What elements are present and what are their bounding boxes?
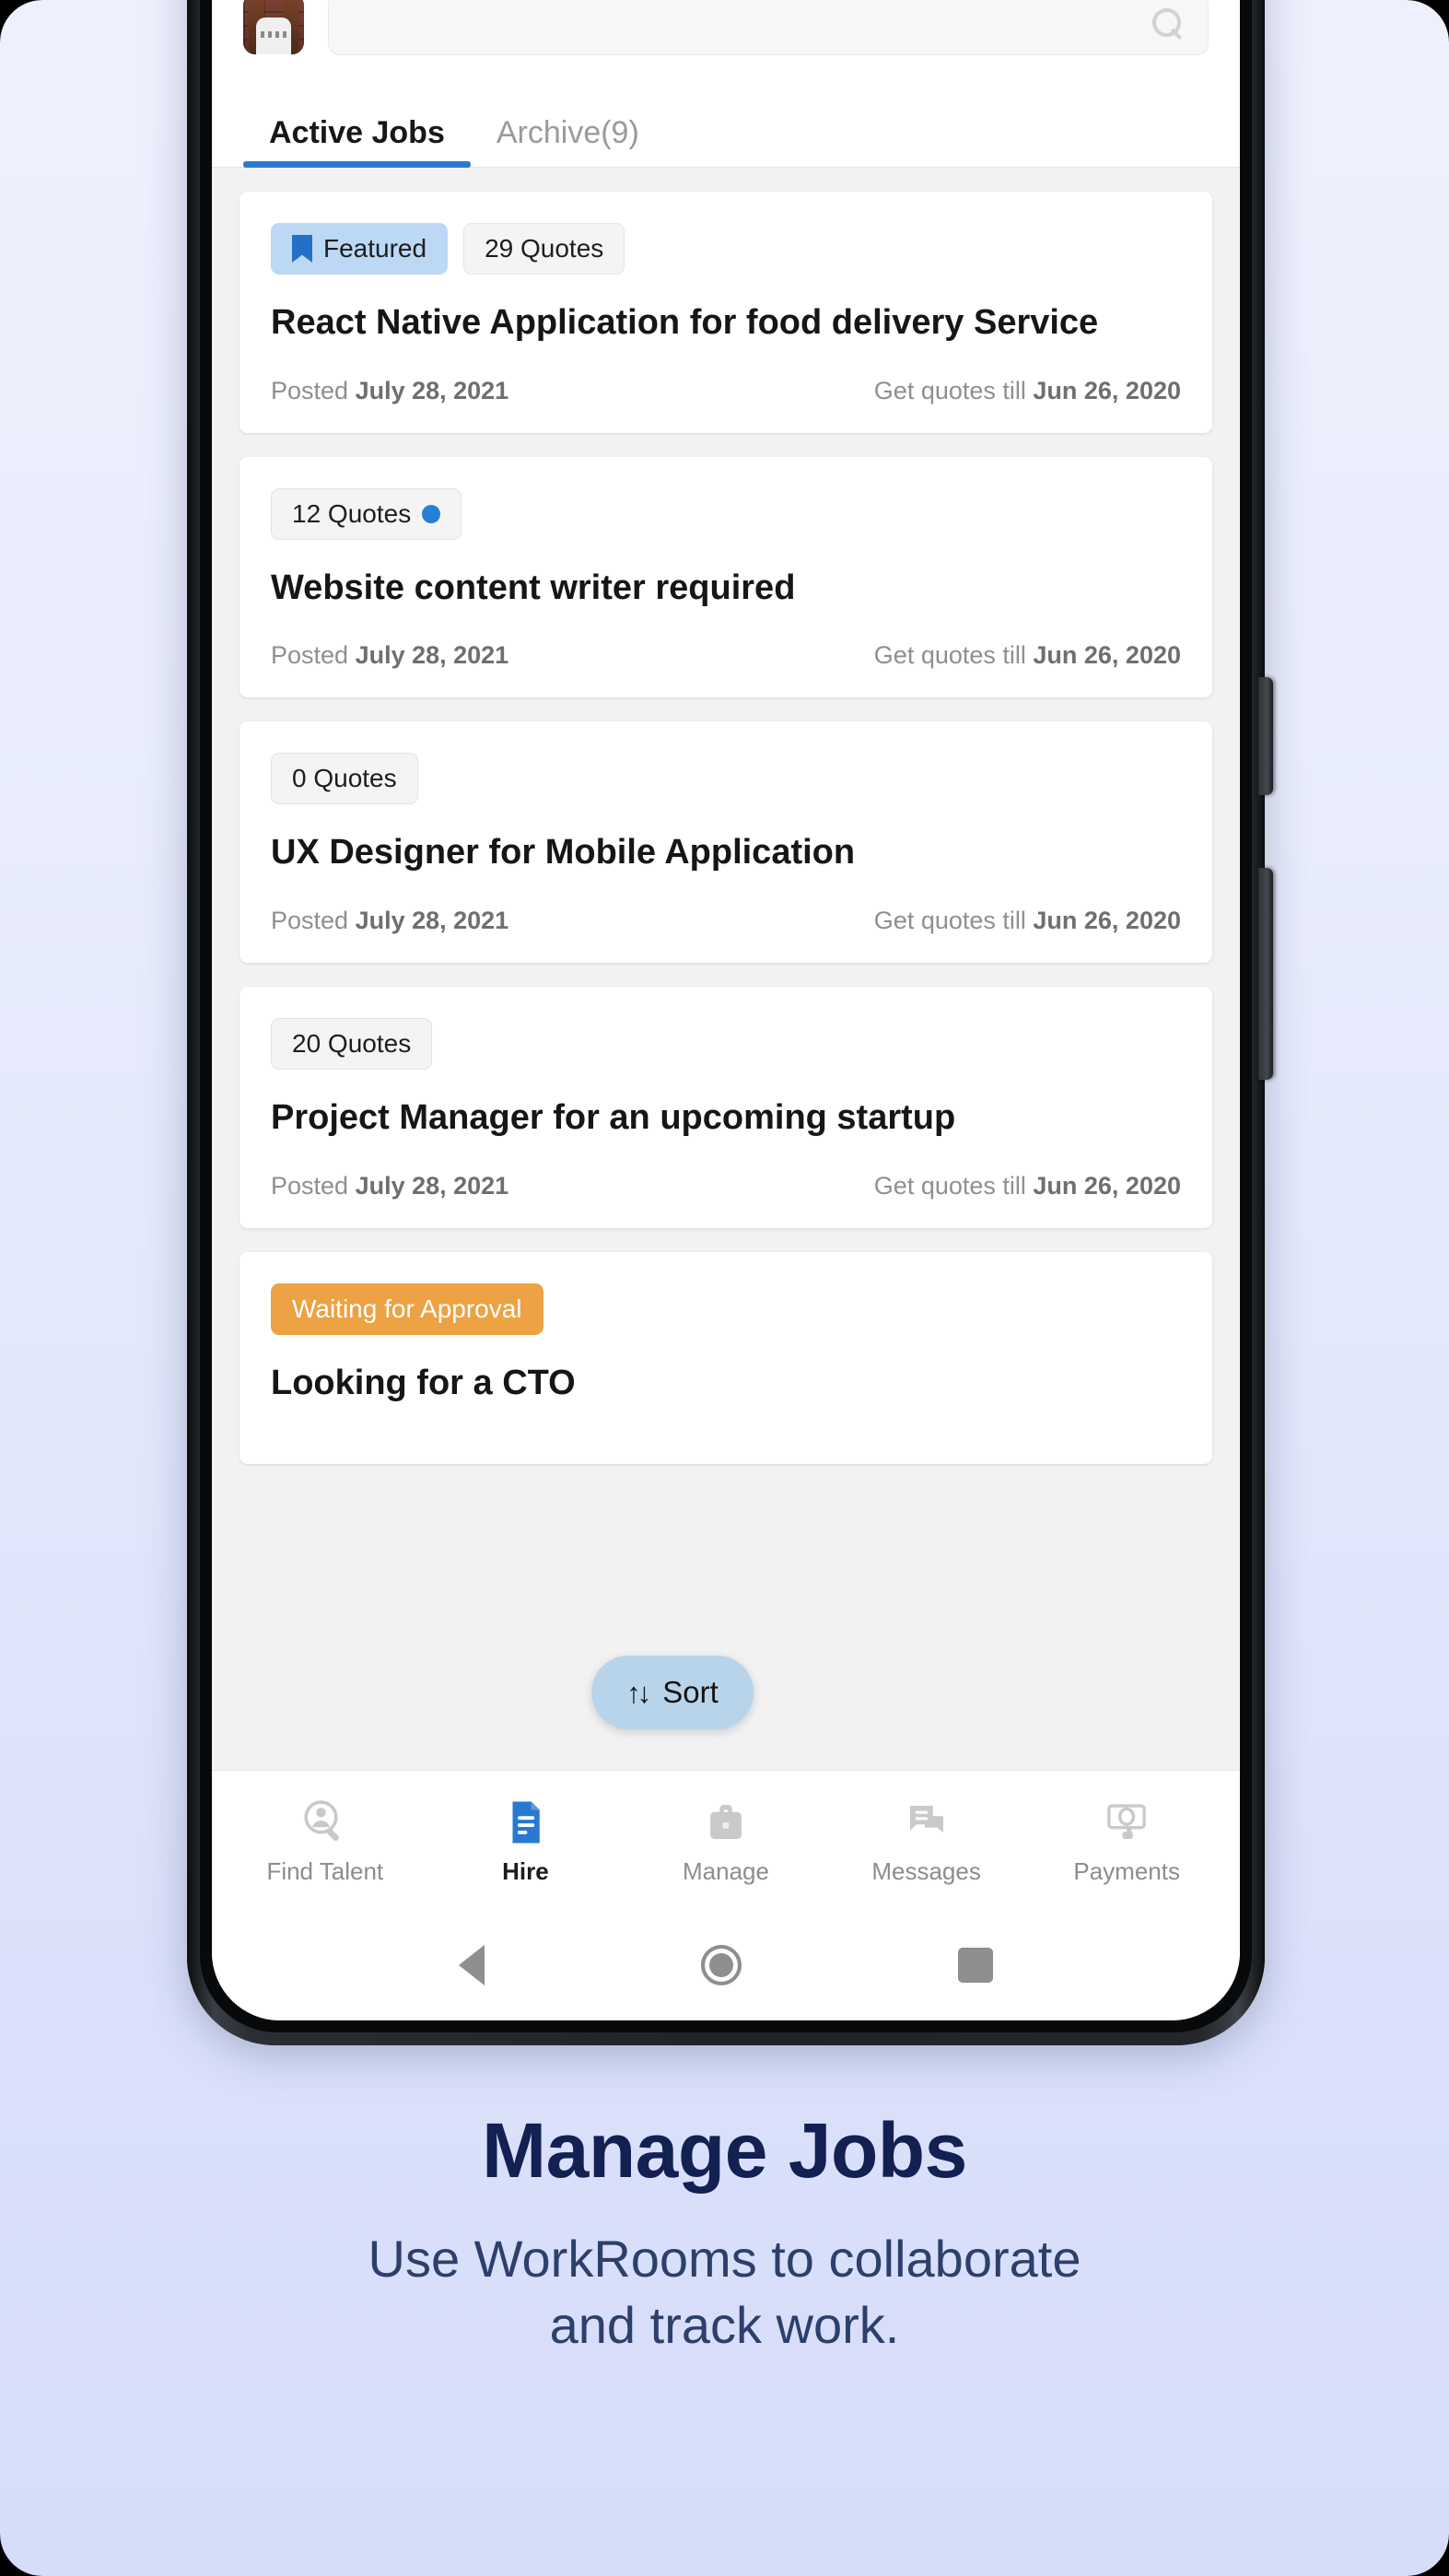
new-quote-dot-icon — [422, 504, 441, 523]
caption-subtitle: Use WorkRooms to collaborate and track w… — [74, 2226, 1375, 2358]
phone-device: Active Jobs Archive(9) Featured 29 Quote… — [187, 0, 1273, 2045]
job-title: Project Manager for an upcoming startup — [271, 1097, 956, 1137]
quotes-label: 20 Quotes — [292, 1028, 412, 1058]
app-content: Active Jobs Archive(9) Featured 29 Quote… — [212, 0, 1240, 2020]
job-card[interactable]: Featured 29 Quotes React Native Applicat… — [240, 192, 1212, 433]
sort-button[interactable]: ↑↓ Sort — [591, 1656, 754, 1729]
job-badges: 0 Quotes — [271, 753, 1181, 805]
tab-active-jobs[interactable]: Active Jobs — [243, 117, 471, 168]
find-talent-icon — [304, 1800, 339, 1842]
bottom-navigation: Find Talent Hire Manage Messages Payment… — [212, 1770, 1240, 1910]
job-badges: 12 Quotes — [271, 487, 1181, 540]
tab-archive[interactable]: Archive(9) — [471, 117, 665, 167]
power-button[interactable] — [1258, 868, 1273, 1080]
nav-label: Messages — [871, 1857, 981, 1885]
nav-item-messages[interactable]: Messages — [839, 1797, 1014, 1883]
job-title: React Native Application for food delive… — [271, 303, 1099, 342]
home-button[interactable] — [700, 1945, 742, 1985]
nav-label: Hire — [502, 1857, 549, 1885]
quotes-deadline: Get quotes till Jun 26, 2020 — [873, 1171, 1181, 1200]
quotes-badge[interactable]: 12 Quotes — [271, 487, 462, 540]
job-meta: Posted July 28, 2021 Get quotes till Jun… — [271, 907, 1181, 935]
job-card[interactable]: 0 Quotes UX Designer for Mobile Applicat… — [240, 721, 1212, 963]
nav-label: Payments — [1073, 1857, 1180, 1885]
posted-date: Posted July 28, 2021 — [271, 1171, 509, 1200]
status-badge: Waiting for Approval — [271, 1282, 543, 1335]
nav-item-find-talent[interactable]: Find Talent — [238, 1797, 413, 1883]
caption-subtitle-line1: Use WorkRooms to collaborate — [368, 2230, 1081, 2289]
recents-button[interactable] — [958, 1948, 994, 1983]
volume-button[interactable] — [1258, 677, 1273, 795]
quotes-deadline: Get quotes till Jun 26, 2020 — [873, 376, 1181, 404]
quotes-label: 29 Quotes — [485, 234, 604, 263]
chat-bubbles-icon — [909, 1806, 943, 1833]
job-card[interactable]: 20 Quotes Project Manager for an upcomin… — [240, 986, 1212, 1228]
job-meta: Posted July 28, 2021 Get quotes till Jun… — [271, 1172, 1181, 1200]
featured-label: Featured — [323, 234, 427, 263]
job-badges: Waiting for Approval — [271, 1282, 1181, 1335]
user-avatar[interactable] — [243, 0, 304, 54]
job-badges: 20 Quotes — [271, 1017, 1181, 1070]
caption-title: Manage Jobs — [482, 2107, 967, 2194]
job-badges: Featured 29 Quotes — [271, 223, 1181, 275]
featured-badge: Featured — [271, 223, 449, 275]
posted-date: Posted July 28, 2021 — [271, 641, 509, 670]
app-header — [212, 0, 1240, 72]
sort-label: Sort — [662, 1675, 719, 1709]
android-system-nav — [212, 1910, 1240, 2020]
quotes-deadline: Get quotes till Jun 26, 2020 — [873, 906, 1181, 934]
search-bar[interactable] — [328, 0, 1209, 55]
nav-label: Find Talent — [266, 1857, 384, 1885]
avatar-shirt — [256, 18, 291, 54]
quotes-badge[interactable]: 0 Quotes — [271, 753, 418, 805]
job-meta: Posted July 28, 2021 Get quotes till Jun… — [271, 377, 1181, 405]
promo-screenshot: Active Jobs Archive(9) Featured 29 Quote… — [0, 0, 1449, 2576]
nav-item-hire[interactable]: Hire — [438, 1797, 613, 1883]
job-card[interactable]: 12 Quotes Website content writer require… — [240, 456, 1212, 698]
hire-document-icon — [512, 1801, 541, 1844]
job-title: UX Designer for Mobile Application — [271, 833, 856, 872]
promo-caption: Manage Jobs Use WorkRooms to collaborate… — [0, 2110, 1449, 2359]
nav-label: Manage — [683, 1857, 769, 1885]
caption-subtitle-line2: and track work. — [549, 2295, 900, 2354]
search-input[interactable] — [329, 0, 1208, 54]
quotes-badge[interactable]: 20 Quotes — [271, 1017, 433, 1070]
phone-screen: Active Jobs Archive(9) Featured 29 Quote… — [212, 0, 1240, 2020]
search-icon[interactable] — [1152, 8, 1184, 40]
posted-date: Posted July 28, 2021 — [271, 376, 509, 404]
nav-item-payments[interactable]: Payments — [1039, 1797, 1214, 1883]
back-button[interactable] — [458, 1945, 485, 1985]
job-meta: Posted July 28, 2021 Get quotes till Jun… — [271, 641, 1181, 670]
status-label: Waiting for Approval — [292, 1294, 522, 1323]
quotes-badge[interactable]: 29 Quotes — [463, 223, 625, 275]
money-hand-icon — [1107, 1804, 1146, 1839]
sort-icon: ↑↓ — [626, 1676, 651, 1709]
job-title: Looking for a CTO — [271, 1363, 576, 1402]
quotes-deadline: Get quotes till Jun 26, 2020 — [873, 641, 1181, 670]
job-title: Website content writer required — [271, 568, 796, 607]
job-card[interactable]: Waiting for Approval Looking for a CTO — [240, 1251, 1212, 1465]
bookmark-icon — [292, 235, 312, 263]
briefcase-icon — [710, 1804, 742, 1839]
nav-item-manage[interactable]: Manage — [638, 1797, 813, 1883]
quotes-label: 0 Quotes — [292, 764, 397, 793]
quotes-label: 12 Quotes — [292, 498, 412, 528]
jobs-tabs: Active Jobs Archive(9) — [212, 72, 1240, 168]
posted-date: Posted July 28, 2021 — [271, 906, 509, 934]
job-list[interactable]: Featured 29 Quotes React Native Applicat… — [212, 168, 1240, 1770]
